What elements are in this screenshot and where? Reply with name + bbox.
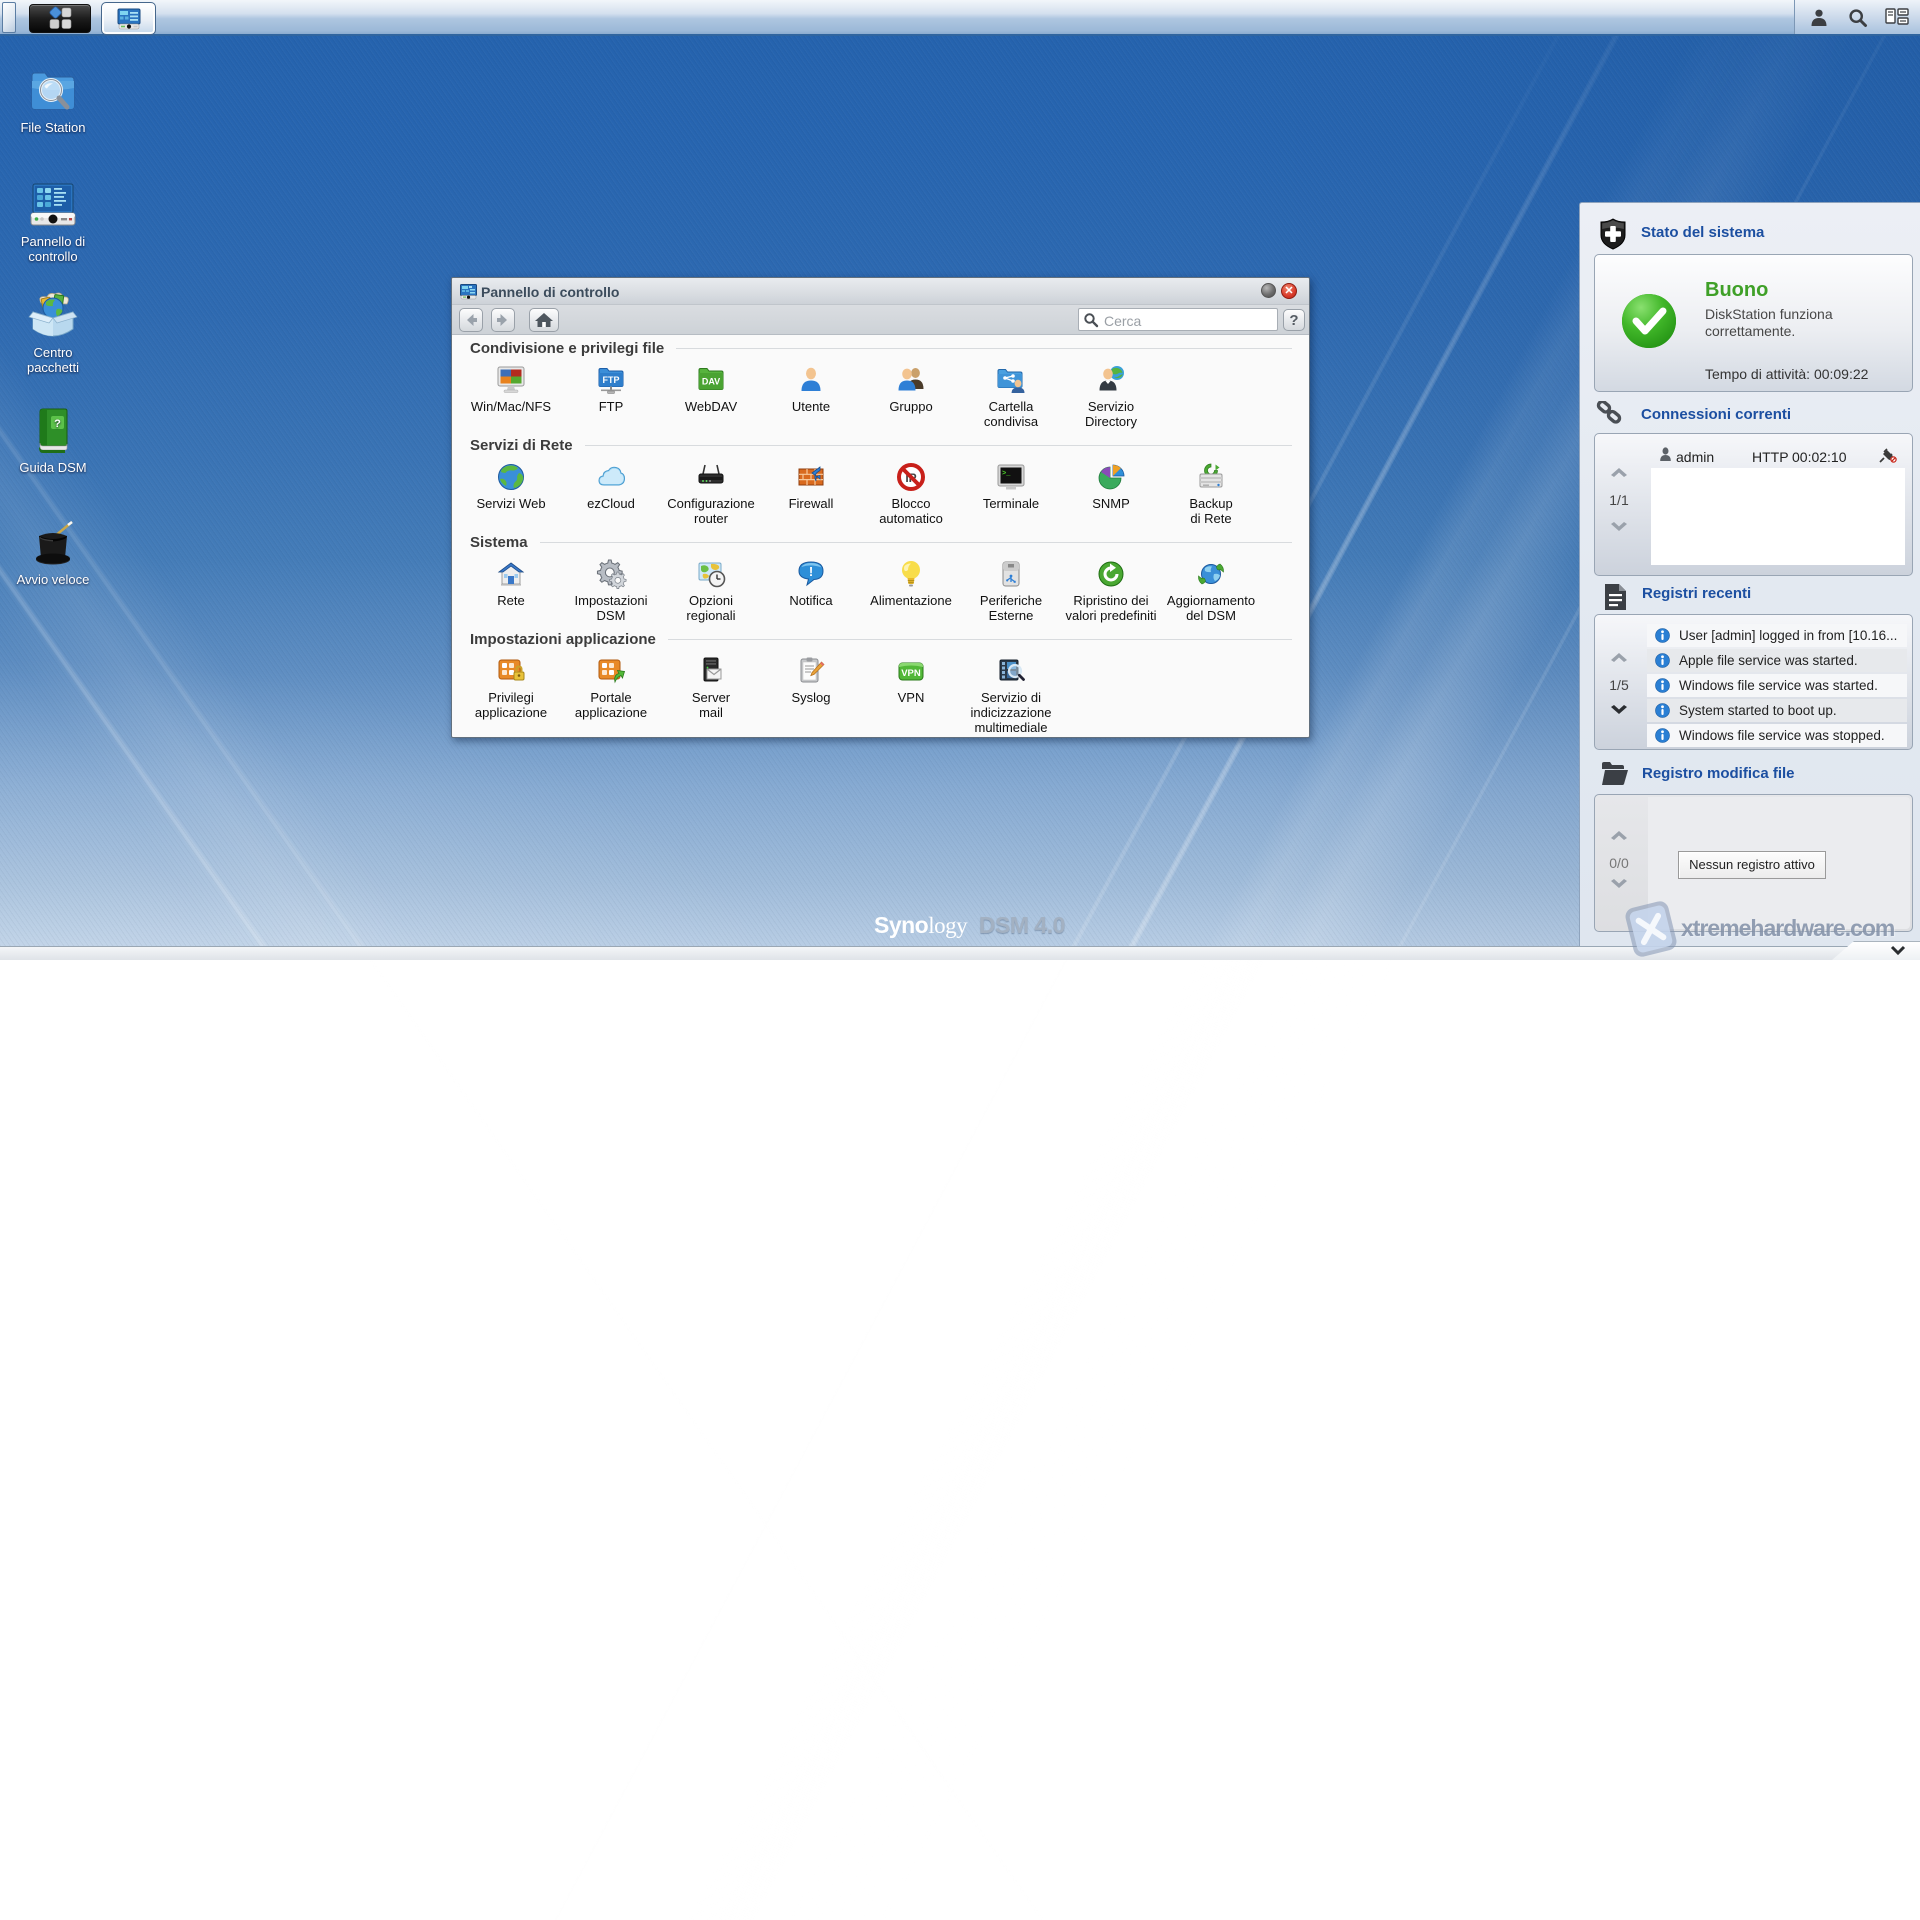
- svg-text:!: !: [809, 564, 813, 579]
- svg-text:FTP: FTP: [603, 375, 620, 385]
- svg-text:?: ?: [54, 418, 61, 430]
- svg-text:>_: >_: [1002, 470, 1011, 478]
- svg-text:VPN: VPN: [901, 668, 921, 679]
- svg-text:DAV: DAV: [702, 377, 720, 387]
